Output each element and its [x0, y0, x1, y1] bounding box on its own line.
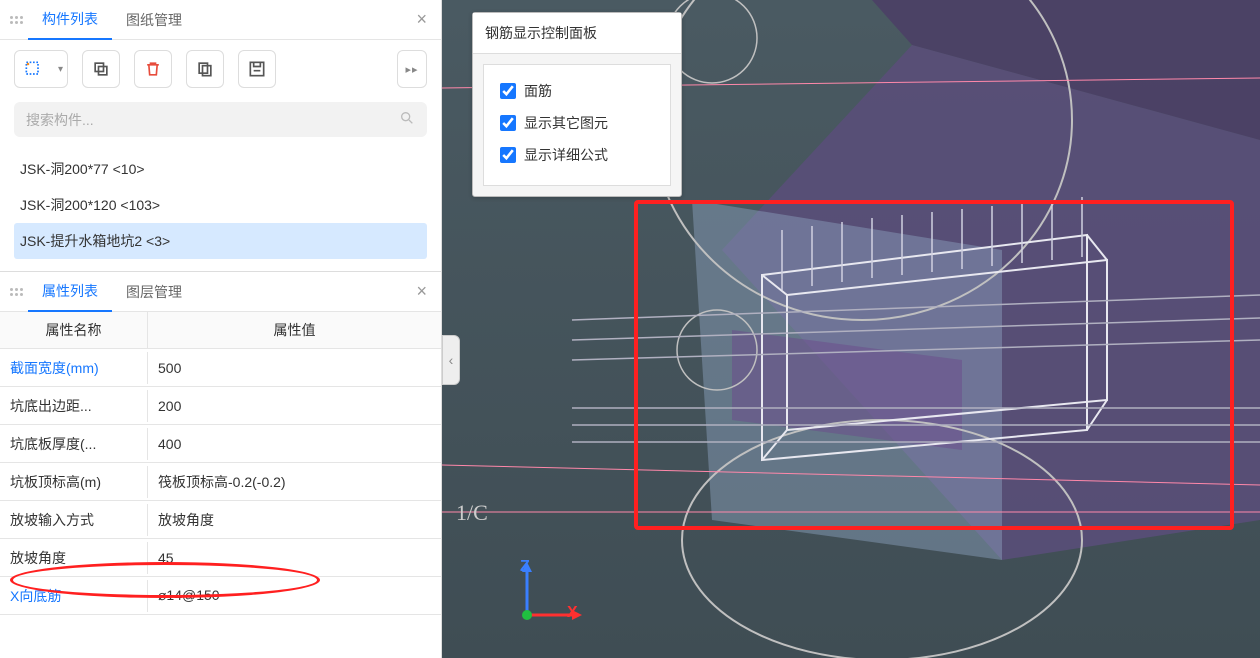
- checkbox-input[interactable]: [500, 115, 516, 131]
- property-table: 属性名称 属性值 截面宽度(mm)500 坑底出边距...200 坑底板厚度(.…: [0, 312, 441, 658]
- table-row[interactable]: 截面宽度(mm)500: [0, 349, 441, 387]
- checkbox-show-other[interactable]: 显示其它图元: [496, 107, 658, 139]
- prop-name: 坑底板厚度(...: [0, 428, 148, 460]
- prop-name: 放坡输入方式: [0, 504, 148, 536]
- tab-property-list[interactable]: 属性列表: [28, 272, 112, 312]
- component-tab-header: 构件列表 图纸管理 ×: [0, 0, 441, 40]
- checkbox-label: 显示详细公式: [524, 145, 608, 165]
- close-icon[interactable]: ×: [406, 281, 437, 302]
- property-tab-header: 属性列表 图层管理 ×: [0, 272, 441, 312]
- rebar-control-panel: 钢筋显示控制面板 面筋 显示其它图元 显示详细公式: [472, 12, 682, 197]
- copy-layer-button[interactable]: [186, 50, 224, 88]
- drag-handle-icon[interactable]: [4, 284, 28, 300]
- panel-title: 钢筋显示控制面板: [473, 13, 681, 54]
- component-toolbar: ▾ ▸▸: [0, 40, 441, 98]
- new-button[interactable]: ▾: [14, 50, 68, 88]
- prop-name: 截面宽度(mm): [0, 352, 148, 384]
- viewport-3d[interactable]: ‹ 钢筋显示控制面板 面筋 显示其它图元 显示详细公式 1/C X Z: [442, 0, 1260, 658]
- chevron-down-icon: ▾: [58, 64, 63, 75]
- prop-value[interactable]: 200: [148, 392, 441, 420]
- checkbox-input[interactable]: [500, 83, 516, 99]
- prop-value[interactable]: ⌀14@150: [148, 581, 441, 610]
- prop-value[interactable]: 筏板顶标高-0.2(-0.2): [148, 466, 441, 498]
- prop-value[interactable]: 放坡角度: [148, 504, 441, 536]
- tab-component-list[interactable]: 构件列表: [28, 0, 112, 40]
- prop-value[interactable]: 500: [148, 354, 441, 382]
- close-icon[interactable]: ×: [406, 9, 437, 30]
- grid-label: 1/C: [456, 500, 488, 526]
- prop-value[interactable]: 45: [148, 544, 441, 572]
- search-box[interactable]: [14, 102, 427, 137]
- checkbox-show-formula[interactable]: 显示详细公式: [496, 139, 658, 171]
- header-value: 属性值: [148, 312, 441, 348]
- search-input[interactable]: [26, 112, 399, 128]
- table-row[interactable]: 坑底出边距...200: [0, 387, 441, 425]
- list-item[interactable]: JSK-洞200*77 <10>: [14, 151, 427, 187]
- list-item[interactable]: JSK-提升水箱地坑2 <3>: [14, 223, 427, 259]
- prop-name: X向底筋: [0, 580, 148, 612]
- more-button[interactable]: ▸▸: [397, 50, 427, 88]
- table-row[interactable]: 放坡角度45: [0, 539, 441, 577]
- tab-drawing-manage[interactable]: 图纸管理: [112, 0, 196, 40]
- table-header: 属性名称 属性值: [0, 312, 441, 349]
- table-row[interactable]: X向底筋⌀14@150: [0, 577, 441, 615]
- tab-layer-manage[interactable]: 图层管理: [112, 272, 196, 312]
- prop-name: 坑底出边距...: [0, 390, 148, 422]
- drag-handle-icon[interactable]: [4, 12, 28, 28]
- table-row[interactable]: 坑板顶标高(m)筏板顶标高-0.2(-0.2): [0, 463, 441, 501]
- search-icon: [399, 110, 415, 129]
- save-button[interactable]: [238, 50, 276, 88]
- table-row[interactable]: 坑底板厚度(...400: [0, 425, 441, 463]
- prop-name: 坑板顶标高(m): [0, 466, 148, 498]
- checkbox-label: 面筋: [524, 81, 552, 101]
- prop-value[interactable]: 400: [148, 430, 441, 458]
- expand-handle[interactable]: ‹: [442, 335, 460, 385]
- table-row[interactable]: 放坡输入方式放坡角度: [0, 501, 441, 539]
- checkbox-face-bar[interactable]: 面筋: [496, 75, 658, 107]
- axis-x-label: X: [567, 604, 578, 622]
- axis-z-label: Z: [520, 558, 530, 576]
- list-item[interactable]: JSK-洞200*120 <103>: [14, 187, 427, 223]
- copy-button[interactable]: [82, 50, 120, 88]
- checkbox-input[interactable]: [500, 147, 516, 163]
- checkbox-label: 显示其它图元: [524, 113, 608, 133]
- header-name: 属性名称: [0, 312, 148, 348]
- delete-button[interactable]: [134, 50, 172, 88]
- prop-name: 放坡角度: [0, 542, 148, 574]
- component-list: JSK-洞200*77 <10> JSK-洞200*120 <103> JSK-…: [0, 147, 441, 271]
